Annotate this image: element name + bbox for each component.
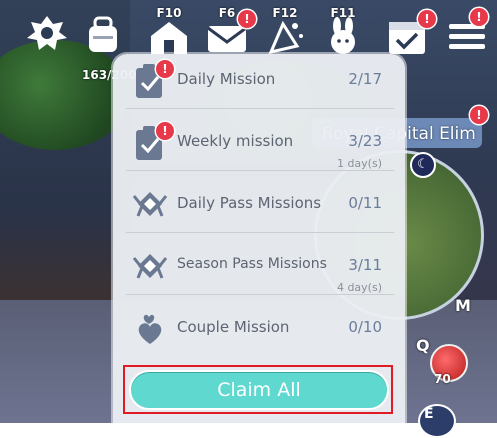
quickslot-e-hotkey: E [424, 406, 434, 422]
notification-badge: ! [156, 122, 174, 140]
mission-row-couple[interactable]: Couple Mission 0/10 [126, 300, 394, 356]
pet-bunny-icon[interactable]: F11 [320, 6, 366, 56]
notification-badge: ! [156, 60, 174, 78]
claim-all-button[interactable]: Claim All [129, 370, 389, 410]
notification-badge: ! [470, 106, 488, 124]
mission-progress: 0/11 [348, 194, 382, 212]
mail-icon[interactable]: F6 ! [204, 6, 256, 56]
calendar-checkin-icon[interactable]: ! [384, 8, 436, 56]
hamburger-menu-icon[interactable]: ! [444, 8, 490, 56]
hotkey-label: F12 [272, 6, 298, 20]
menu-logo-icon[interactable] [24, 8, 70, 56]
mission-row-daily[interactable]: ! Daily Mission 2/17 [126, 52, 394, 109]
mission-progress: 0/10 [348, 318, 382, 336]
mission-row-season-pass[interactable]: Season Pass Missions 3/11 4 day(s) [126, 238, 394, 295]
mission-progress: 3/11 [348, 256, 382, 274]
mission-title: Daily Pass Missions [177, 194, 322, 212]
hotkey-label: F10 [156, 6, 182, 20]
notification-badge: ! [470, 8, 488, 26]
quickslot-hotkey: Q [416, 336, 430, 355]
pass-emblem-icon [132, 248, 168, 286]
mission-progress: 3/23 [348, 132, 382, 150]
night-moon-icon: ☾ [410, 152, 436, 178]
mission-row-daily-pass[interactable]: Daily Pass Missions 0/11 [126, 176, 394, 233]
quickslot-count: 70 [434, 372, 451, 386]
notification-badge: ! [418, 10, 436, 28]
mission-time-left: 4 day(s) [336, 281, 382, 294]
mission-progress: 2/17 [348, 70, 382, 88]
mission-time-left: 1 day(s) [336, 157, 382, 170]
event-party-icon[interactable]: F12 [262, 6, 308, 56]
notification-badge: ! [238, 10, 256, 28]
housing-icon[interactable]: F10 [146, 6, 192, 56]
minimap-hotkey: M [455, 296, 471, 315]
hearts-icon [132, 310, 168, 348]
mission-title: Weekly mission [177, 132, 294, 150]
hotkey-label: F11 [330, 6, 356, 20]
mission-title: Couple Mission [177, 318, 290, 336]
inventory-bag-icon[interactable] [80, 8, 126, 56]
mission-title: Daily Mission [177, 70, 276, 88]
mission-title: Season Pass Missions [177, 256, 327, 272]
mission-row-weekly[interactable]: ! Weekly mission 3/23 1 day(s) [126, 114, 394, 171]
pass-emblem-icon [132, 186, 168, 224]
